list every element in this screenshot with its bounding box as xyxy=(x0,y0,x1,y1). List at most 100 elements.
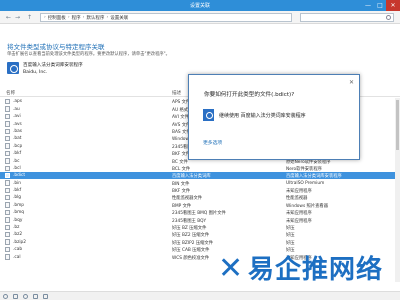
file-icon xyxy=(5,246,10,253)
search-input[interactable] xyxy=(300,13,394,22)
ext-cell: .avs xyxy=(13,121,22,127)
ext-cell: .bat xyxy=(13,136,22,142)
watermark-text: 易企推网络 xyxy=(248,255,384,285)
baidu-app-icon xyxy=(203,109,214,121)
file-icon xyxy=(5,195,10,201)
list-item[interactable]: .bkf BKF 文件 未知应用程序 xyxy=(0,187,400,194)
title-bar: 设置关联 — □ ✕ xyxy=(0,0,400,11)
app-name: 百度输入法分类词库安装程序 xyxy=(23,63,83,68)
ext-cell: .au xyxy=(13,106,20,112)
dialog-title: 你要如何打开此类型的文件(.bdict)? xyxy=(204,92,295,98)
ext-cell: .bmp xyxy=(13,202,25,208)
watermark-logo-icon: ✕ xyxy=(218,251,244,286)
column-description[interactable]: 描述 xyxy=(172,90,181,96)
page-subtitle: 单击扩展名以查看当前处理该文件类型的程序。要更改默认程序，请单击"更改程序"。 xyxy=(7,52,170,57)
list-item[interactable]: .bmq 2345看图王 BMQ 图片文件 未知应用程序 xyxy=(0,209,400,216)
window-controls: — □ ✕ xyxy=(362,0,400,11)
breadcrumb-separator: › xyxy=(44,15,46,20)
file-icon xyxy=(5,209,10,216)
file-icon xyxy=(5,99,10,105)
file-icon xyxy=(5,180,10,186)
start-icon[interactable] xyxy=(3,294,8,299)
ext-cell: .bcp xyxy=(13,143,23,149)
page-title: 将文件类型或协议与特定程序关联 xyxy=(7,43,105,51)
window-title: 设置关联 xyxy=(189,3,210,9)
forward-arrow-icon[interactable]: → xyxy=(14,14,21,21)
ext-cell: .bcl xyxy=(13,165,21,171)
ext-cell: .bdict xyxy=(13,173,26,179)
folder-icon[interactable] xyxy=(13,294,18,299)
app-company: Baidu, Inc. xyxy=(23,70,48,75)
address-bar: ← → ↑ › 控制面板 › 程序 › 默认程序 › 设置关联 xyxy=(0,11,400,24)
ext-cell: .bkf xyxy=(13,151,22,157)
list-item[interactable]: .bmp BMP 文件 Windows 照片查看器 xyxy=(0,201,400,209)
prog-cell: UltraISO Premium xyxy=(286,180,325,186)
more-options-link[interactable]: 更多选项 xyxy=(203,139,222,146)
desc-cell: WCS 颜色校准文件 xyxy=(172,255,210,261)
file-icon xyxy=(5,150,10,157)
taskbar xyxy=(0,291,400,300)
ext-cell: .avi xyxy=(13,114,21,120)
file-icon xyxy=(5,113,10,120)
file-icon xyxy=(5,172,10,179)
open-with-dialog: ✕ 你要如何打开此类型的文件(.bdict)? 继续使用 百度输入法分类词库安装… xyxy=(188,74,360,160)
file-icon xyxy=(5,143,10,149)
list-item[interactable]: .blg 性能监视器文件 性能监视器 xyxy=(0,194,400,201)
ext-cell: .bkf xyxy=(13,188,22,194)
list-item[interactable]: .bcl BCL 文件 Nero软件安装程序 xyxy=(0,165,400,172)
close-icon[interactable]: ✕ xyxy=(349,79,354,86)
breadcrumb[interactable]: › 控制面板 › 程序 › 默认程序 › 设置关联 xyxy=(40,13,292,22)
search-icon[interactable] xyxy=(386,15,391,20)
list-item[interactable]: .bqy 2345看图王 BQY 未知应用程序 xyxy=(0,216,400,224)
breadcrumb-control-panel[interactable]: 控制面板 xyxy=(48,15,66,21)
app-icon[interactable] xyxy=(43,294,48,299)
breadcrumb-default-programs[interactable]: 默认程序 xyxy=(86,15,104,21)
ext-cell: .bas xyxy=(13,128,22,134)
list-item[interactable]: .bz 好压 BZ 压缩文件 好压 xyxy=(0,224,400,231)
list-item[interactable]: .bz2 好压 BZ2 压缩文件 好压 xyxy=(0,231,400,238)
file-icon xyxy=(5,202,10,208)
breadcrumb-separator: › xyxy=(82,15,85,20)
browser-icon[interactable] xyxy=(23,294,28,299)
file-icon xyxy=(5,187,10,194)
breadcrumb-separator: › xyxy=(106,15,109,20)
ext-cell: .bz2 xyxy=(13,232,23,238)
baidu-app-icon xyxy=(7,62,19,74)
file-icon xyxy=(5,165,10,171)
current-app-panel: 百度输入法分类词库安装程序 Baidu, Inc. xyxy=(7,61,117,78)
close-button[interactable]: ✕ xyxy=(386,0,400,11)
window-icon[interactable] xyxy=(33,294,38,299)
list-item-selected[interactable]: .bdict 百度输入法分类词库 百度输入法分类词库安装程序 xyxy=(0,171,400,180)
scrollbar-thumb[interactable] xyxy=(396,100,399,150)
breadcrumb-programs[interactable]: 程序 xyxy=(72,15,81,21)
file-icon xyxy=(5,135,10,142)
list-item[interactable]: .bzip2 好压 BZIP2 压缩文件 好压 xyxy=(0,238,400,246)
back-arrow-icon[interactable]: ← xyxy=(5,14,12,21)
keep-using-option[interactable]: 继续使用 百度输入法分类词库安装程序 xyxy=(203,108,353,124)
ext-cell: .bin xyxy=(13,180,22,186)
file-icon xyxy=(5,128,10,134)
maximize-button[interactable]: □ xyxy=(374,0,386,11)
ext-cell: .bqy xyxy=(13,217,23,223)
list-item[interactable]: .bin BIN 文件 UltraISO Premium xyxy=(0,179,400,187)
minimize-button[interactable]: — xyxy=(362,0,374,11)
file-icon xyxy=(5,224,10,231)
file-icon xyxy=(5,232,10,238)
column-name[interactable]: 名称 xyxy=(6,90,15,96)
ext-cell: .aps xyxy=(13,99,22,105)
ext-cell: .bc xyxy=(13,158,20,164)
file-icon xyxy=(5,254,10,260)
ext-cell: .bz xyxy=(13,225,20,231)
option-label: 继续使用 百度输入法分类词库安装程序 xyxy=(219,113,306,119)
file-icon xyxy=(5,106,10,112)
up-arrow-icon[interactable]: ↑ xyxy=(26,14,33,21)
ext-cell: .cab xyxy=(13,247,23,253)
breadcrumb-set-associations[interactable]: 设置关联 xyxy=(110,15,128,21)
file-icon xyxy=(5,158,10,164)
ext-cell: .bmq xyxy=(13,210,25,216)
file-icon xyxy=(5,217,10,223)
file-icon xyxy=(5,239,10,245)
watermark: ✕ 易企推网络 xyxy=(218,250,400,290)
breadcrumb-separator: › xyxy=(67,15,70,20)
ext-cell: .cal xyxy=(13,254,21,260)
